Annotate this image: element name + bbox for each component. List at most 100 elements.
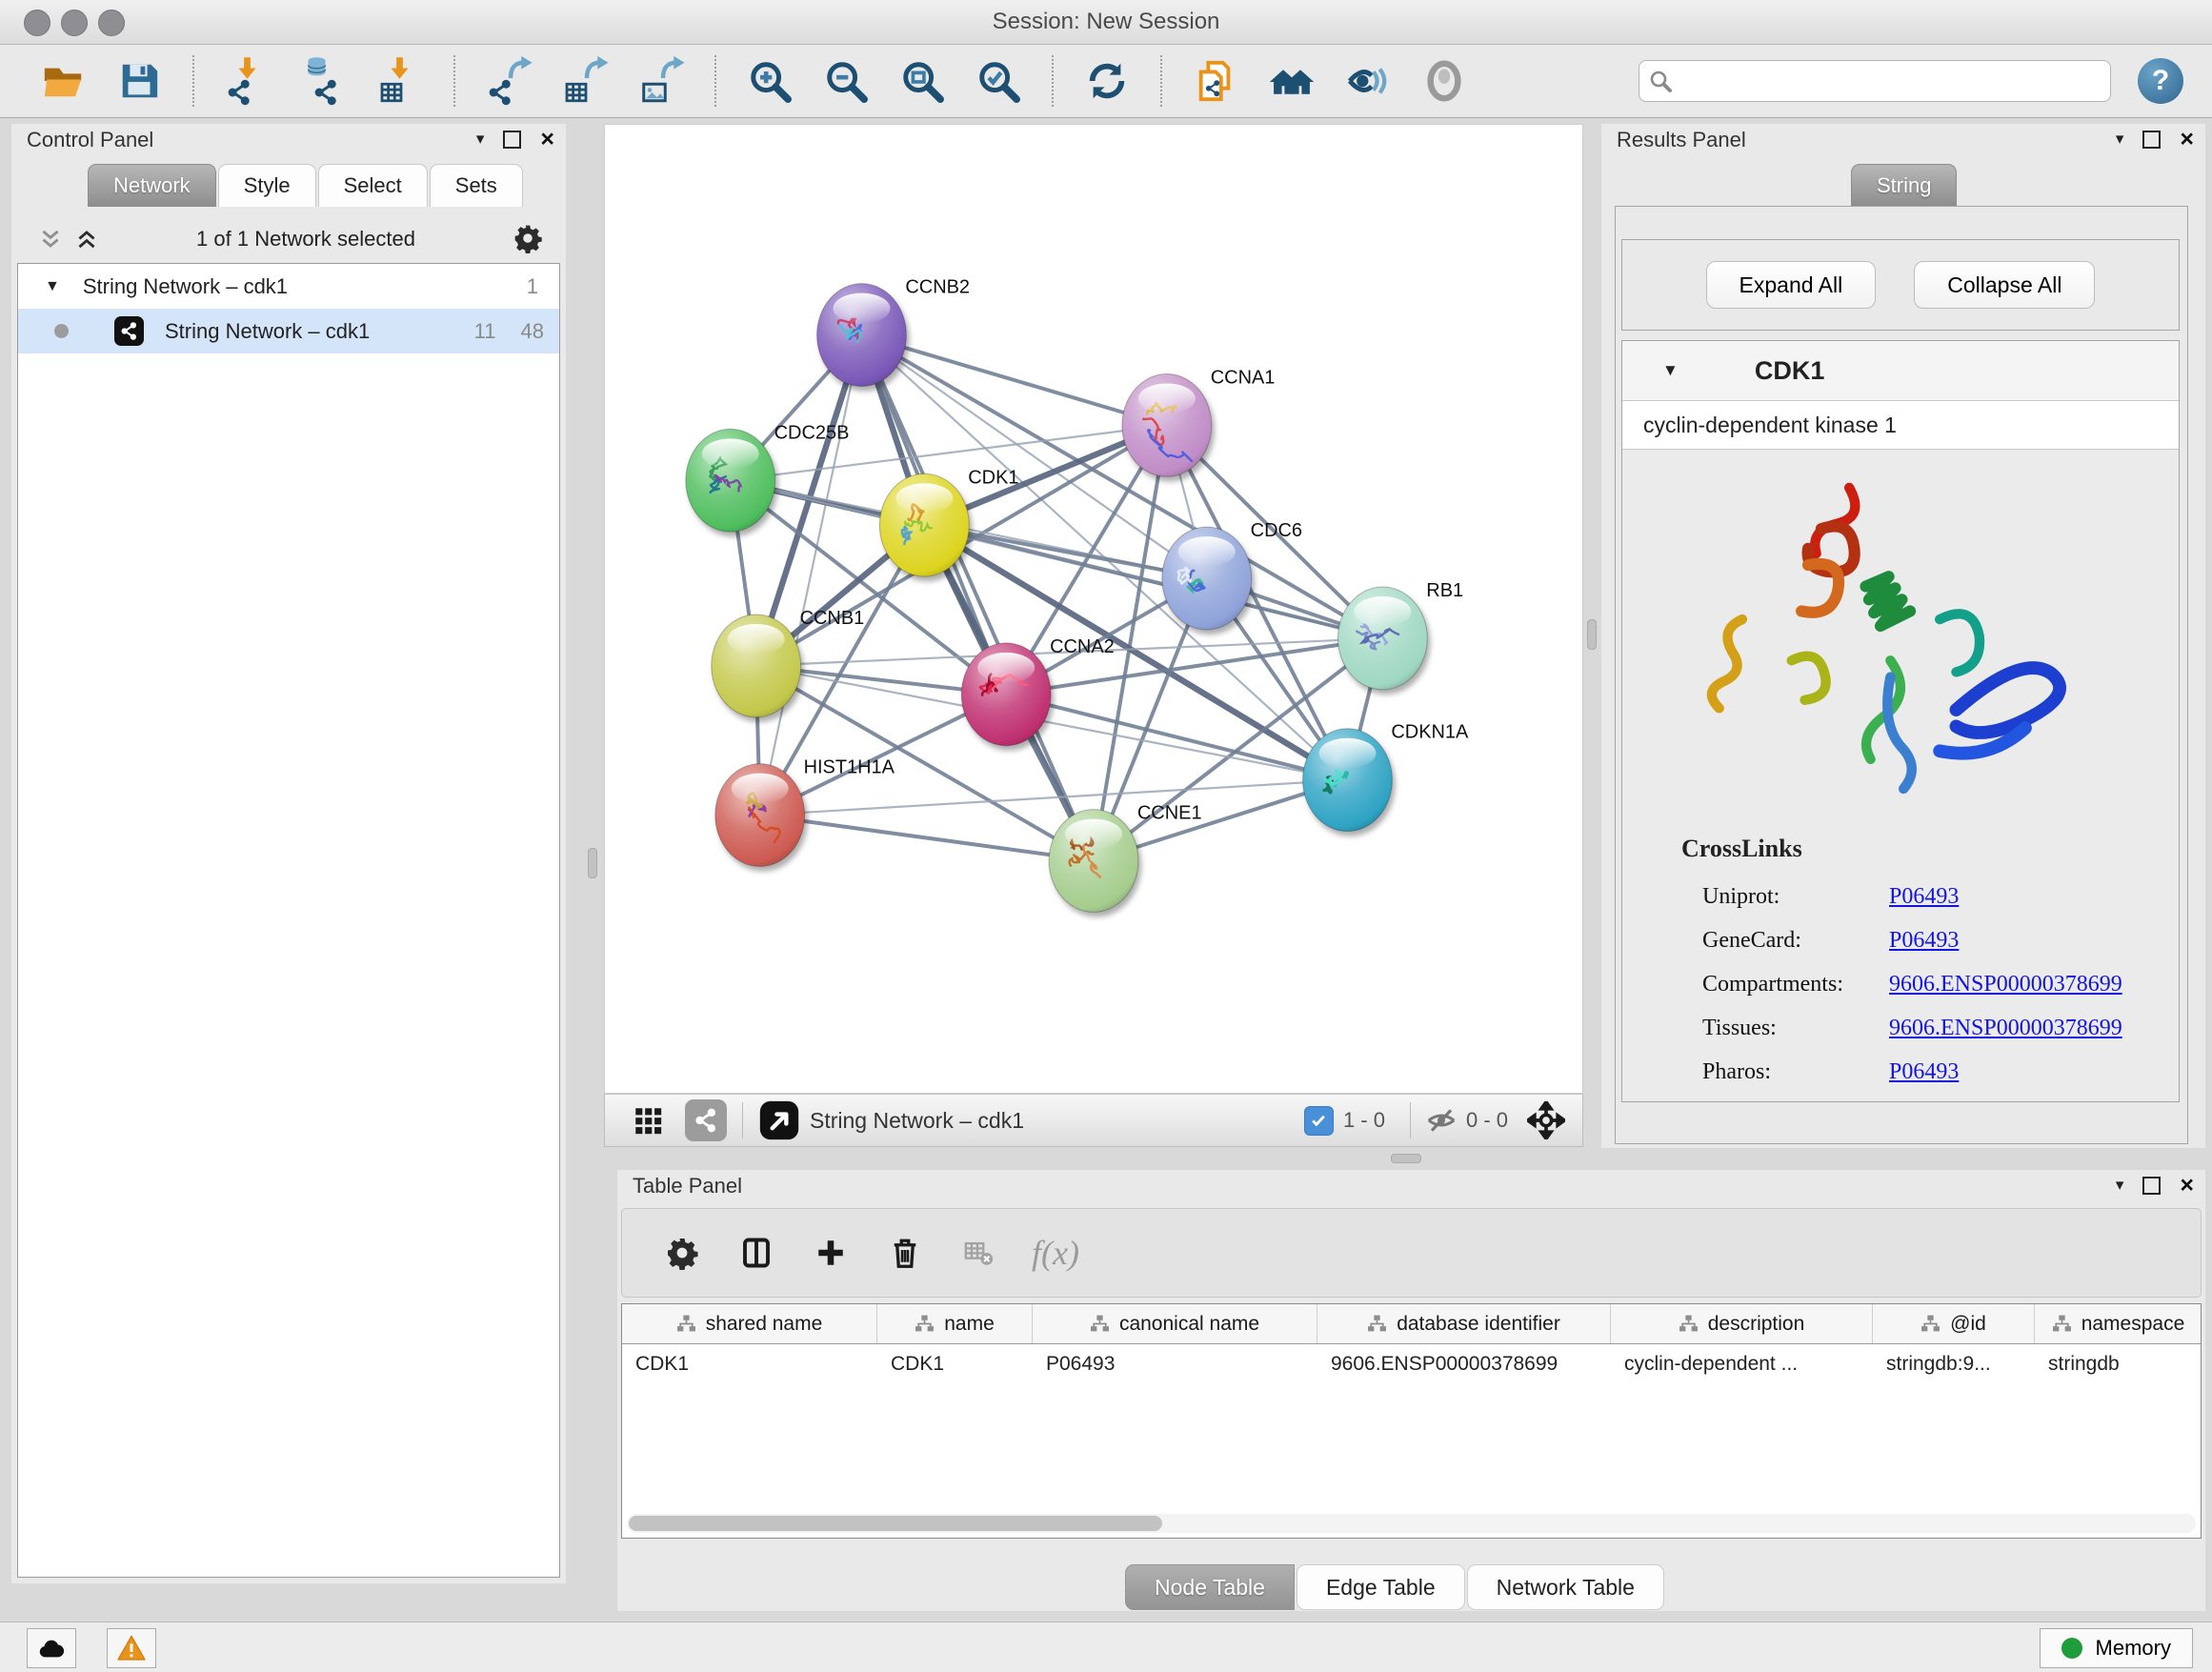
column-header-name[interactable]: name [877,1304,1033,1343]
column-header-namespace[interactable]: namespace [2035,1304,2202,1343]
birds-eye-view-icon[interactable] [758,1099,800,1141]
export-image-button[interactable] [636,56,686,106]
import-table-button[interactable] [375,56,425,106]
splitter-handle[interactable] [588,848,597,878]
graph-node-CDC25B[interactable] [686,429,775,532]
network-canvas[interactable]: CCNB2CCNA1CDC25BCDK1CDC6RB1CCNB1CCNA2CDK… [604,124,1583,1094]
scrollbar-thumb[interactable] [629,1516,1162,1531]
tab-style[interactable]: Style [218,164,316,207]
close-panel-icon[interactable]: × [2180,1178,2194,1193]
open-session-button[interactable] [38,56,88,106]
network-graph[interactable]: CCNB2CCNA1CDC25BCDK1CDC6RB1CCNB1CCNA2CDK… [605,125,1582,1093]
grid-mode-icon[interactable] [632,1104,664,1137]
graph-node-CCNB1[interactable] [712,614,801,717]
panel-menu-icon[interactable]: ▾ [2116,130,2124,149]
hidden-eye-slash-icon[interactable] [1426,1105,1457,1136]
tab-string[interactable]: String [1851,164,1957,207]
network-options-gear-icon[interactable] [513,223,543,256]
zoom-fit-button[interactable] [897,56,947,106]
tab-node-table[interactable]: Node Table [1125,1564,1295,1610]
graph-edge-HIST1H1A-CCNE1[interactable] [760,816,1094,861]
collapse-all-networks-icon[interactable] [38,227,63,252]
expand-all-networks-icon[interactable] [74,227,99,252]
graph-node-CCNA2[interactable] [961,643,1051,746]
expand-all-button[interactable]: Expand All [1706,261,1877,309]
export-table-button[interactable] [560,56,610,106]
reset-views-button[interactable] [1267,56,1317,106]
import-network-database-button[interactable] [299,56,349,106]
graph-node-CCNA1[interactable] [1122,373,1212,476]
memory-button[interactable]: Memory [2040,1628,2193,1668]
string-network-badge-icon[interactable] [685,1099,727,1141]
selected-count-checkbox[interactable] [1304,1106,1334,1136]
graph-node-HIST1H1A[interactable] [715,764,805,867]
tab-network-table[interactable]: Network Table [1467,1564,1664,1610]
panel-menu-icon[interactable]: ▾ [476,130,485,149]
pan-crosshair-icon[interactable] [1527,1101,1565,1139]
crosslink-link[interactable]: 9606.ENSP00000378699 [1889,1016,2122,1041]
table-cell[interactable]: stringdb [2035,1344,2202,1384]
help-button[interactable]: ? [2138,58,2183,104]
graph-edge-CCNB2-HIST1H1A[interactable] [760,335,862,816]
table-cell[interactable]: 9606.ENSP00000378699 [1317,1344,1611,1384]
tab-sets[interactable]: Sets [430,164,523,207]
network-row-selected[interactable]: String Network – cdk1 11 48 [18,309,559,353]
graph-node-CDKN1A[interactable] [1303,729,1393,832]
table-row[interactable]: CDK1CDK1P064939606.ENSP00000378699cyclin… [622,1344,2201,1384]
crosslink-link[interactable]: P06493 [1889,1059,1959,1085]
export-network-button[interactable] [484,56,533,106]
entry-collapse-icon[interactable]: ▼ [1662,361,1679,380]
column-header-shared-name[interactable]: shared name [622,1304,877,1343]
zoom-out-button[interactable] [821,56,871,106]
tab-edge-table[interactable]: Edge Table [1297,1564,1465,1610]
tab-select[interactable]: Select [318,164,428,207]
float-panel-icon[interactable] [2142,131,2161,149]
cloud-service-icon[interactable] [27,1628,76,1668]
column-header-database-identifier[interactable]: database identifier [1317,1304,1611,1343]
save-session-button[interactable] [114,56,164,106]
graph-node-CCNB2[interactable] [817,284,907,387]
table-cell[interactable]: CDK1 [877,1344,1033,1384]
graph-node-CDC6[interactable] [1162,527,1252,630]
search-input[interactable] [1679,69,2101,93]
collapse-all-button[interactable]: Collapse All [1914,261,2095,309]
table-options-gear-icon[interactable] [657,1228,707,1278]
column-header-canonical-name[interactable]: canonical name [1033,1304,1317,1343]
zoom-selected-button[interactable] [974,56,1023,106]
close-panel-icon[interactable]: × [2180,132,2194,147]
splitter-handle[interactable] [1587,619,1597,650]
crosslink-link[interactable]: P06493 [1889,928,1959,954]
collection-expand-icon[interactable]: ▼ [45,278,60,295]
close-panel-icon[interactable]: × [540,132,554,147]
show-hide-graphics-button[interactable] [1343,56,1393,106]
table-cell[interactable]: stringdb:9... [1873,1344,2035,1384]
network-collection-row[interactable]: ▼ String Network – cdk1 1 [18,264,559,309]
panel-menu-icon[interactable]: ▾ [2116,1176,2124,1195]
table-cell[interactable]: cyclin-dependent ... [1611,1344,1873,1384]
float-panel-icon[interactable] [503,131,521,149]
clone-network-button[interactable] [1191,56,1240,106]
graph-node-CDK1[interactable] [879,473,969,576]
tab-network[interactable]: Network [88,164,216,207]
apply-layout-button[interactable] [1082,56,1132,106]
warnings-icon[interactable] [107,1628,156,1668]
splitter-handle[interactable] [1391,1154,1421,1163]
column-header-description[interactable]: description [1611,1304,1873,1343]
graph-node-RB1[interactable] [1337,587,1427,690]
crosslink-link[interactable]: 9606.ENSP00000378699 [1889,972,2122,997]
graph-edge-CCNB2-CCNA1[interactable] [861,335,1166,426]
column-header--id[interactable]: @id [1873,1304,2035,1343]
import-network-file-button[interactable] [223,56,272,106]
graph-edge-CCNB2-CCNE1[interactable] [861,335,1094,861]
crosslink-link[interactable]: P06493 [1889,884,1959,910]
graph-node-CCNE1[interactable] [1049,810,1138,913]
zoom-in-button[interactable] [745,56,794,106]
table-cell[interactable]: P06493 [1033,1344,1317,1384]
create-column-plus-icon[interactable] [806,1228,855,1278]
entry-header[interactable]: ▼ CDK1 [1622,341,2179,401]
table-cell[interactable]: CDK1 [622,1344,877,1384]
float-panel-icon[interactable] [2142,1177,2161,1195]
show-columns-icon[interactable] [732,1228,781,1278]
level-of-detail-button[interactable] [1419,56,1469,106]
delete-column-trash-icon[interactable] [880,1228,930,1278]
